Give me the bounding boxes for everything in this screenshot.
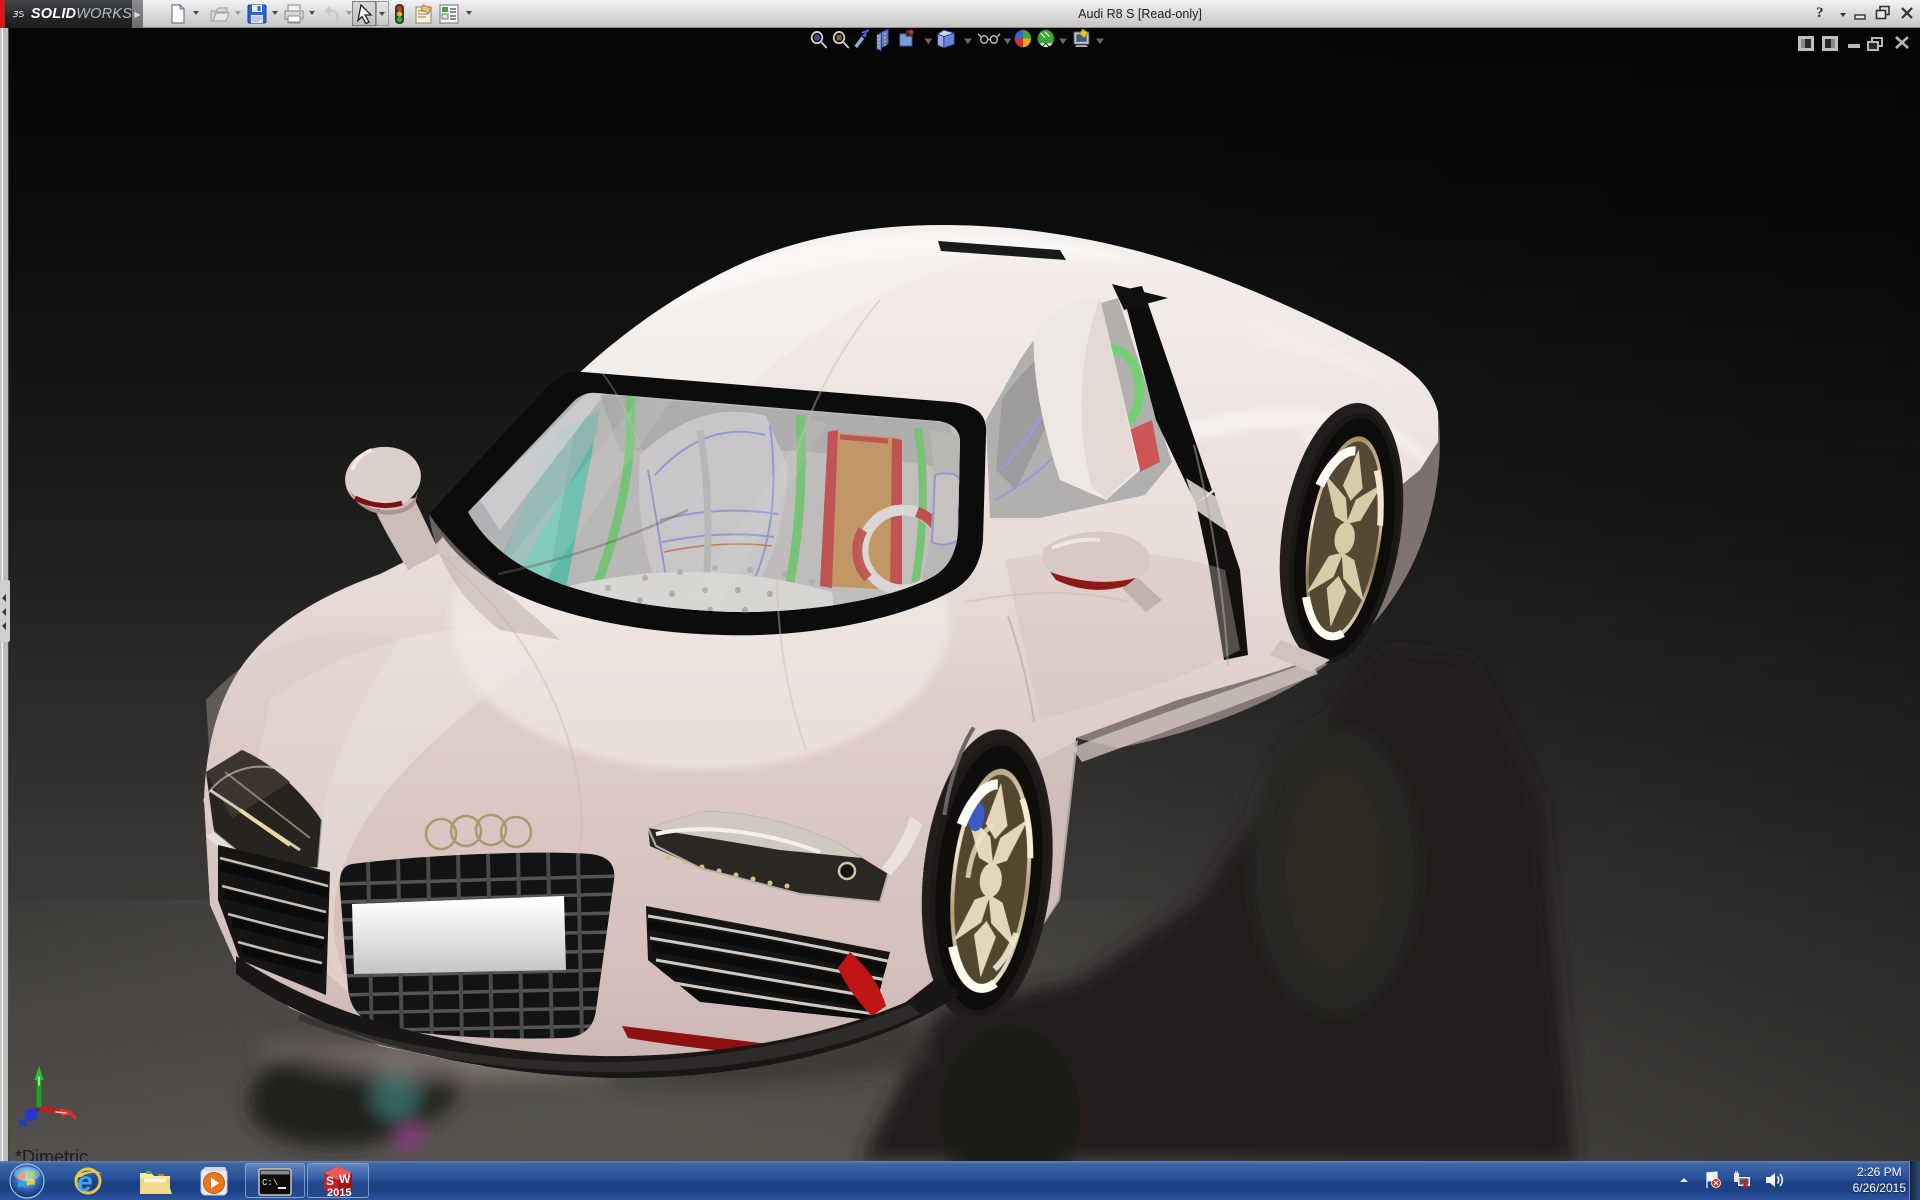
- svg-text:e: e: [77, 1166, 93, 1197]
- svg-text:S: S: [326, 1174, 334, 1188]
- svg-text:*Dimetric: *Dimetric: [15, 1147, 88, 1161]
- svg-text:W: W: [339, 1172, 351, 1186]
- svg-text:2015: 2015: [327, 1187, 351, 1199]
- svg-text:C:\: C:\: [262, 1178, 278, 1188]
